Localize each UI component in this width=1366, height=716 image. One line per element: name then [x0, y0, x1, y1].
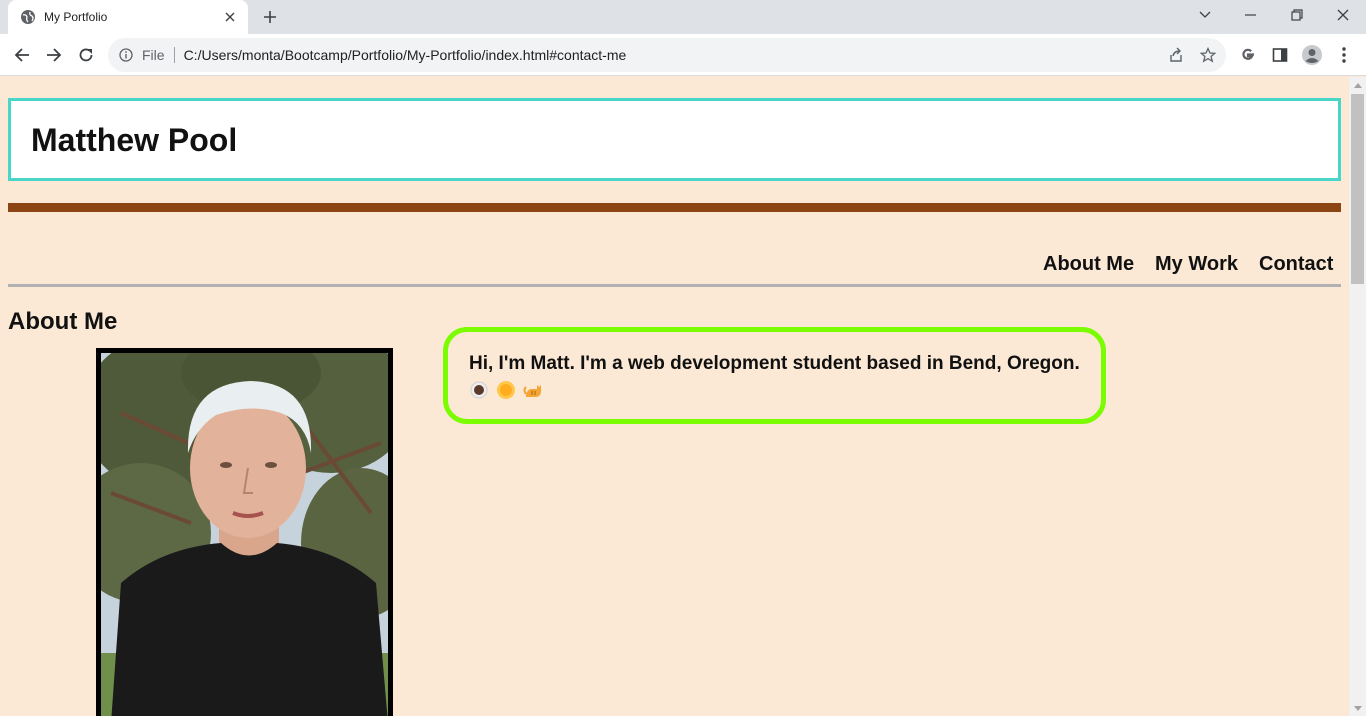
site-title: Matthew Pool — [31, 122, 238, 158]
address-bar[interactable]: File C:/Users/monta/Bootcamp/Portfolio/M… — [108, 38, 1226, 72]
new-tab-button[interactable] — [258, 5, 282, 29]
profile-photo — [96, 348, 393, 716]
page-viewport: Matthew Pool About Me My Work Contact Ab… — [0, 77, 1349, 716]
forward-button[interactable] — [40, 41, 68, 69]
bio-text: Hi, I'm Matt. I'm a web development stud… — [469, 353, 1080, 374]
nav-link-my-work[interactable]: My Work — [1155, 253, 1238, 276]
close-tab-icon[interactable] — [222, 9, 238, 25]
tab-title: My Portfolio — [44, 10, 108, 24]
url-text[interactable]: C:/Users/monta/Bootcamp/Portfolio/My-Por… — [184, 47, 627, 63]
share-icon[interactable] — [1164, 43, 1188, 67]
tab-strip: My Portfolio — [0, 0, 1366, 34]
side-panel-icon[interactable] — [1266, 41, 1294, 69]
restore-button[interactable] — [1274, 0, 1320, 30]
bio-emoji-row — [469, 380, 543, 400]
scroll-up-arrow-icon[interactable] — [1349, 79, 1366, 91]
site-header: Matthew Pool — [8, 98, 1341, 181]
cat-icon — [523, 380, 543, 400]
sun-icon — [496, 380, 516, 400]
menu-kebab-icon[interactable] — [1330, 41, 1358, 69]
google-icon[interactable] — [1234, 41, 1262, 69]
minimize-button[interactable] — [1228, 0, 1274, 30]
tab-search-button[interactable] — [1182, 0, 1228, 30]
globe-icon — [20, 9, 36, 25]
bookmark-star-icon[interactable] — [1196, 43, 1220, 67]
bio-card: Hi, I'm Matt. I'm a web development stud… — [443, 327, 1106, 424]
file-label: File — [142, 47, 165, 63]
browser-toolbar: File C:/Users/monta/Bootcamp/Portfolio/M… — [0, 34, 1366, 76]
address-divider — [173, 47, 175, 63]
decorative-bar — [8, 203, 1341, 212]
scrollbar-thumb[interactable] — [1351, 94, 1364, 284]
back-button[interactable] — [8, 41, 36, 69]
nav-link-about-me[interactable]: About Me — [1043, 253, 1134, 276]
profile-avatar-icon[interactable] — [1298, 41, 1326, 69]
nav-link-contact[interactable]: Contact — [1259, 253, 1333, 276]
reload-button[interactable] — [72, 41, 100, 69]
browser-tab[interactable]: My Portfolio — [8, 0, 248, 34]
coffee-icon — [469, 380, 489, 400]
scroll-down-arrow-icon[interactable] — [1349, 702, 1366, 714]
close-window-button[interactable] — [1320, 0, 1366, 30]
info-icon[interactable] — [118, 47, 134, 63]
page-scrollbar[interactable] — [1349, 77, 1366, 716]
nav-divider — [8, 284, 1341, 287]
section-heading-about-me: About Me — [8, 308, 118, 335]
